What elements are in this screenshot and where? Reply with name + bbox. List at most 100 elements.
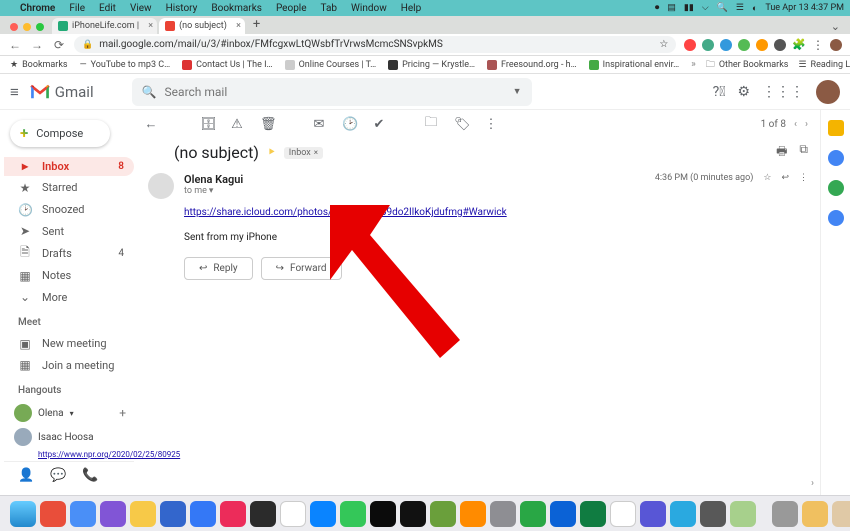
dock-app-icon[interactable] [100, 501, 126, 527]
extension-icon[interactable] [756, 39, 768, 51]
dock-app-icon[interactable] [610, 501, 636, 527]
dock-app-icon[interactable] [70, 501, 96, 527]
report-spam-icon[interactable]: ⚠ [230, 117, 244, 132]
window-zoom-button[interactable] [36, 23, 44, 31]
menu-help[interactable]: Help [401, 3, 421, 14]
extension-icon[interactable] [702, 39, 714, 51]
mark-unread-icon[interactable]: ✉ [312, 117, 326, 132]
search-bar[interactable]: 🔍 ▼ [132, 78, 532, 106]
prev-message-icon[interactable]: ‹ [794, 119, 797, 130]
sidebar-starred[interactable]: ★Starred [4, 178, 134, 198]
dock-app-icon[interactable] [490, 501, 516, 527]
apps-grid-icon[interactable]: ⋮⋮⋮ [762, 84, 804, 100]
sidebar-new-meeting[interactable]: ▣New meeting [4, 334, 134, 354]
important-marker-icon[interactable]: ⯈ [267, 146, 276, 160]
add-task-icon[interactable]: ✔ [372, 117, 386, 132]
menu-chrome[interactable]: Chrome [20, 3, 55, 14]
profile-avatar-icon[interactable] [830, 39, 842, 51]
reading-list[interactable]: ☰Reading List [798, 60, 850, 70]
bookmark-item[interactable]: Contact Us | The I… [182, 60, 272, 70]
contacts-tab-icon[interactable]: 👤 [18, 468, 34, 483]
extension-icon[interactable] [720, 39, 732, 51]
close-tab-icon[interactable]: × [236, 21, 241, 31]
hangout-contact[interactable]: Isaac Hoosa [4, 426, 134, 448]
new-tab-button[interactable]: + [247, 17, 266, 34]
reply-icon[interactable]: ↩ [781, 173, 789, 183]
archive-icon[interactable]: 🗄 [200, 117, 214, 132]
dock-app-icon[interactable] [250, 501, 276, 527]
bookmark-item[interactable]: Pricing — Krystle… [388, 60, 475, 70]
dock-app-icon[interactable] [670, 501, 696, 527]
dock-app-icon[interactable] [160, 501, 186, 527]
close-tab-icon[interactable]: × [148, 21, 153, 31]
hangouts-tab-icon[interactable]: 💬 [50, 468, 66, 483]
dock-app-icon[interactable] [340, 501, 366, 527]
delete-icon[interactable]: 🗑 [260, 117, 274, 132]
status-control-icon[interactable]: ☰ [736, 3, 744, 13]
dock-app-icon[interactable] [310, 501, 336, 527]
sidebar-notes[interactable]: ▦Notes [4, 266, 134, 286]
sidebar-more[interactable]: ⌄More [4, 287, 134, 307]
back-to-inbox-icon[interactable]: ← [144, 116, 158, 132]
bookmark-item[interactable]: ★Bookmarks [10, 60, 68, 70]
shared-icloud-link[interactable]: https://share.icloud.com/photos/0rQoSTt6… [184, 207, 507, 218]
star-bookmark-icon[interactable]: ☆ [659, 39, 668, 50]
sidebar-sent[interactable]: ➤Sent [4, 221, 134, 241]
search-options-icon[interactable]: ▼ [513, 86, 522, 97]
calls-tab-icon[interactable]: 📞 [82, 468, 98, 483]
print-icon[interactable]: 🖶 [776, 142, 787, 163]
menu-people[interactable]: People [276, 3, 307, 14]
sidebar-join-meeting[interactable]: ▦Join a meeting [4, 355, 134, 375]
status-siri-icon[interactable]: ◐ [752, 3, 757, 14]
snooze-icon[interactable]: 🕑 [342, 117, 356, 132]
sidebar-snoozed[interactable]: 🕑Snoozed [4, 200, 134, 220]
compose-button[interactable]: + Compose [10, 120, 110, 147]
sidebar-drafts[interactable]: 🗎Drafts4 [4, 243, 134, 264]
open-new-window-icon[interactable]: ⧉ [799, 142, 808, 163]
browser-tab-iphonelife[interactable]: iPhoneLife.com | × [52, 18, 157, 34]
support-icon[interactable]: ?⃝ [713, 84, 726, 100]
dock-app-icon[interactable] [220, 501, 246, 527]
tab-overflow-icon[interactable]: ⌄ [831, 20, 840, 33]
window-close-button[interactable] [10, 23, 18, 31]
address-bar[interactable]: 🔒 mail.google.com/mail/u/3/#inbox/FMfcgx… [74, 36, 676, 53]
main-menu-icon[interactable]: ≡ [10, 83, 19, 101]
sidebar-inbox[interactable]: ▸ Inbox 8 [4, 157, 134, 177]
forward-button[interactable]: → [30, 38, 44, 52]
dock-app-icon[interactable] [130, 501, 156, 527]
account-avatar[interactable] [816, 80, 840, 104]
dock-app-icon[interactable] [430, 501, 456, 527]
settings-gear-icon[interactable]: ⚙ [737, 84, 750, 100]
dock-app-icon[interactable] [520, 501, 546, 527]
add-contact-icon[interactable]: + [119, 406, 126, 420]
dock-app-icon[interactable] [40, 501, 66, 527]
move-to-icon[interactable]: 🗀 [424, 113, 438, 135]
tasks-addon-icon[interactable] [828, 180, 844, 196]
bookmark-item[interactable]: Freesound.org - h… [487, 60, 577, 70]
message-more-icon[interactable]: ⋮ [799, 173, 808, 183]
show-side-panel-icon[interactable]: › [811, 478, 814, 489]
bookmark-item[interactable]: —YouTube to mp3 C… [80, 60, 171, 70]
dock-app-icon[interactable] [832, 501, 850, 527]
contacts-addon-icon[interactable] [828, 210, 844, 226]
gmail-logo[interactable]: Gmail [29, 83, 94, 101]
extensions-menu-icon[interactable]: 🧩 [792, 38, 806, 51]
menu-history[interactable]: History [166, 3, 198, 14]
keep-addon-icon[interactable] [828, 150, 844, 166]
dock-app-icon[interactable] [730, 501, 756, 527]
dock-app-icon[interactable] [700, 501, 726, 527]
other-bookmarks[interactable]: 🗀Other Bookmarks [706, 57, 789, 73]
menu-bookmarks[interactable]: Bookmarks [211, 3, 262, 14]
chrome-menu-icon[interactable]: ⋮ [812, 38, 824, 52]
dock-excel-icon[interactable] [580, 501, 606, 527]
forward-button[interactable]: ↪Forward [261, 257, 342, 280]
extension-icon[interactable] [774, 39, 786, 51]
extension-icon[interactable] [684, 39, 696, 51]
menu-window[interactable]: Window [351, 3, 387, 14]
dock-appletv-icon[interactable] [400, 501, 426, 527]
dock-calendar-icon[interactable] [280, 501, 306, 527]
menu-edit[interactable]: Edit [99, 3, 116, 14]
menu-tab[interactable]: Tab [321, 3, 337, 14]
back-button[interactable]: ← [8, 38, 22, 52]
more-actions-icon[interactable]: ⋮ [484, 117, 498, 132]
